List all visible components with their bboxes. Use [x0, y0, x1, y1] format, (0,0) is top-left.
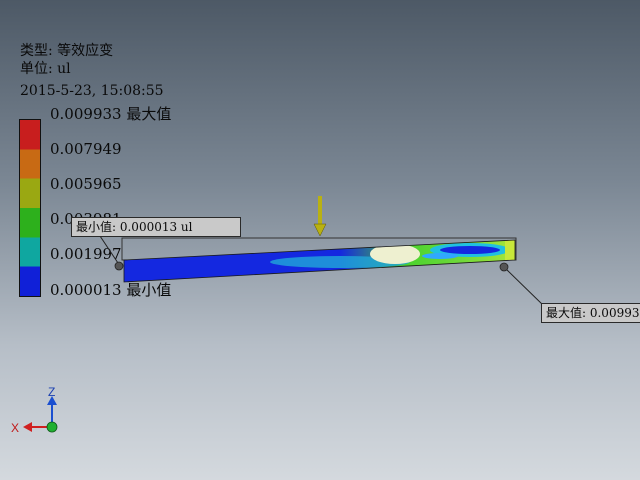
model-viewport[interactable]: Z X: [0, 0, 640, 480]
max-value-callout[interactable]: 最大值: 0.009933 ul: [541, 303, 640, 323]
x-axis-label: X: [11, 421, 19, 435]
min-value-callout[interactable]: 最小值: 0.000013 ul: [71, 217, 241, 237]
load-arrow-icon: [313, 196, 327, 237]
min-probe-marker[interactable]: [97, 232, 124, 271]
max-probe-marker[interactable]: [499, 262, 545, 307]
origin-icon: [46, 421, 58, 433]
z-axis-label: Z: [48, 385, 55, 399]
axis-triad: Z X: [11, 385, 58, 435]
